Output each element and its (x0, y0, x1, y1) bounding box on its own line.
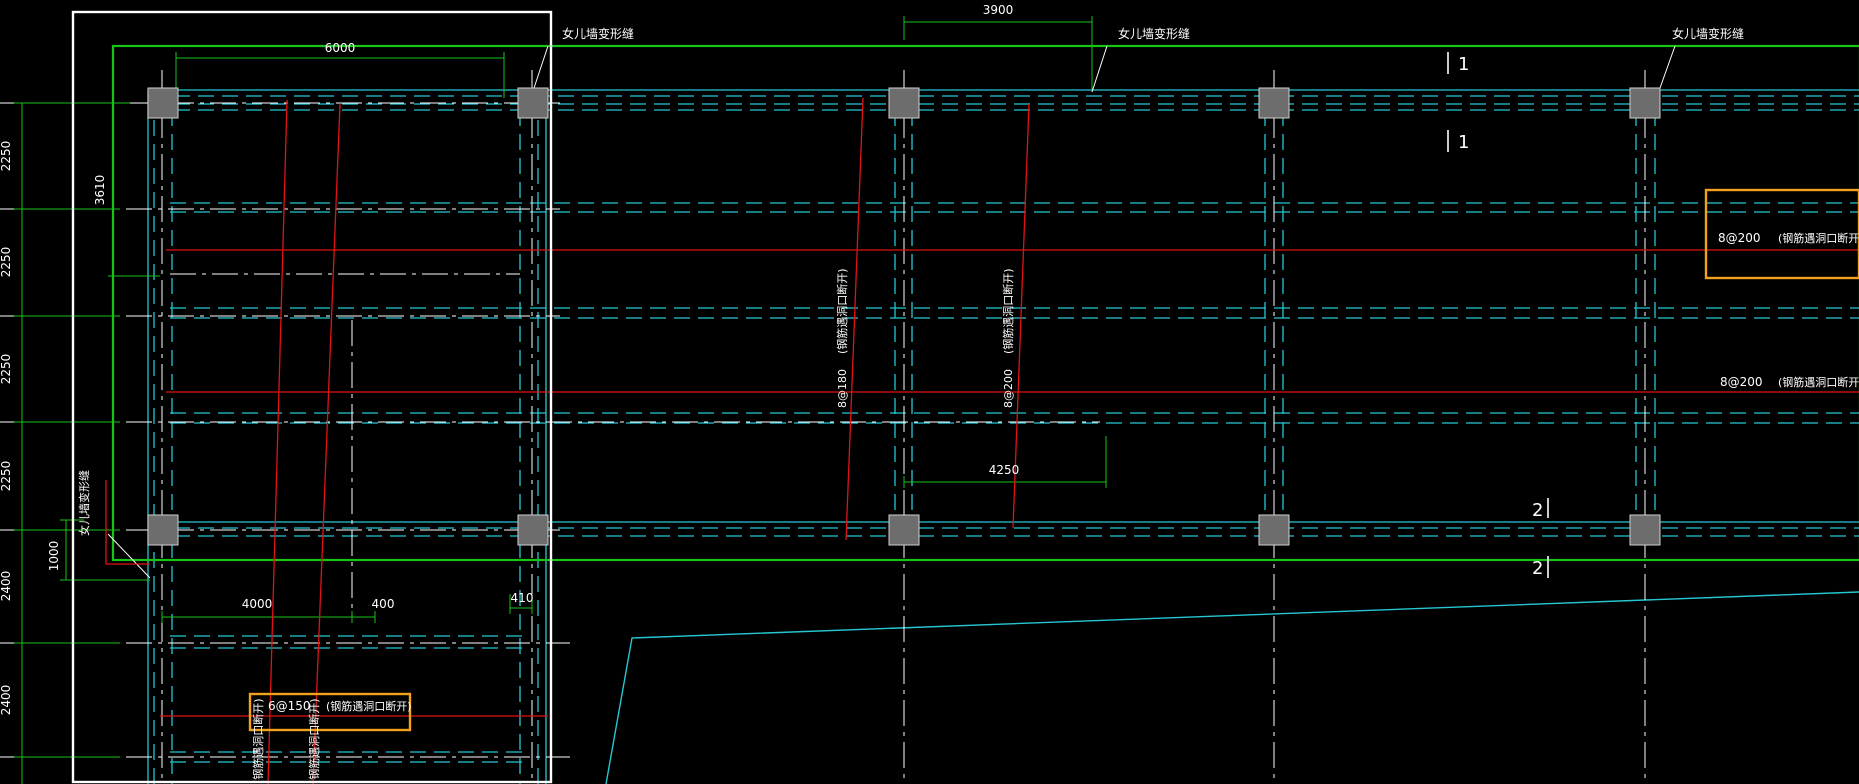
rebar-opening-note: (钢筋遇洞口断开) (1001, 268, 1015, 354)
rebar-opening-note: (钢筋遇洞口断开) (1778, 375, 1859, 389)
dim-400: 400 (372, 597, 395, 611)
rebar-spec-8-200: 8@200 (1720, 375, 1763, 389)
column (517, 514, 549, 546)
parapet-joint-label: 女儿墙变形缝 (77, 470, 91, 536)
dim-410: 410 (511, 591, 534, 605)
selection-window[interactable] (71, 10, 553, 784)
rebar-opening-note: (钢筋遇洞口断开) (251, 698, 265, 784)
axis-dim: 2250 (0, 461, 13, 492)
column (1629, 87, 1661, 119)
column (147, 87, 179, 119)
rebar-spec-6-150: 6@150 (268, 699, 311, 713)
section-label-2-top: 2 (1532, 500, 1543, 521)
column (147, 514, 179, 546)
axis-lines (0, 70, 1646, 784)
rebar-opening-note: (钢筋遇洞口断开) (326, 699, 412, 713)
parapet-joint-label: 女儿墙变形缝 (1672, 26, 1744, 41)
axis-dim: 2400 (0, 685, 13, 716)
rebar-opening-note: (钢筋遇洞口断开) (307, 698, 321, 784)
dim-1000: 1000 (47, 541, 61, 572)
beam-lines-vertical (147, 90, 1656, 784)
column (1258, 514, 1290, 546)
dimension-lines (14, 16, 1107, 784)
rebar-opening-note: (钢筋遇洞口断开) (835, 268, 849, 354)
column (517, 87, 549, 119)
axis-dim: 2400 (0, 571, 13, 602)
leader-lines (107, 45, 1676, 579)
section-label-1-top: 1 (1458, 54, 1469, 75)
column (1629, 514, 1661, 546)
dim-4250: 4250 (989, 463, 1020, 477)
parapet-joint-label: 女儿墙变形缝 (1118, 26, 1190, 41)
highlight-boxes (248, 188, 1859, 732)
section-label-1-bottom: 1 (1458, 132, 1469, 153)
rebar-opening-note: (钢筋遇洞口断开) (1778, 231, 1859, 245)
rebar-spec-8-200: 8@200 (1718, 231, 1761, 245)
dim-4000: 4000 (242, 597, 273, 611)
dim-6000: 6000 (325, 41, 356, 55)
dim-3610: 3610 (93, 175, 107, 206)
dim-3900: 3900 (983, 3, 1014, 17)
axis-dim: 2250 (0, 141, 13, 172)
parapet-joint-label: 女儿墙变形缝 (562, 26, 634, 41)
rebar-spec-8-180: 8@180 (836, 369, 849, 408)
boundary-line (605, 591, 1859, 784)
section-label-2-bottom: 2 (1532, 558, 1543, 579)
rebar-spec-8-200: 8@200 (1002, 369, 1015, 408)
beam-lines (150, 89, 1859, 763)
column (1258, 87, 1290, 119)
rebar-lines (105, 97, 1859, 784)
structural-plan-drawing: 1 1 2 2 6000 3900 3610 4250 4000 400 410… (0, 3, 1859, 784)
axis-dim: 2250 (0, 354, 13, 385)
green-outline (111, 44, 1859, 562)
column (888, 514, 920, 546)
column (888, 87, 920, 119)
axis-dim: 2250 (0, 247, 13, 278)
